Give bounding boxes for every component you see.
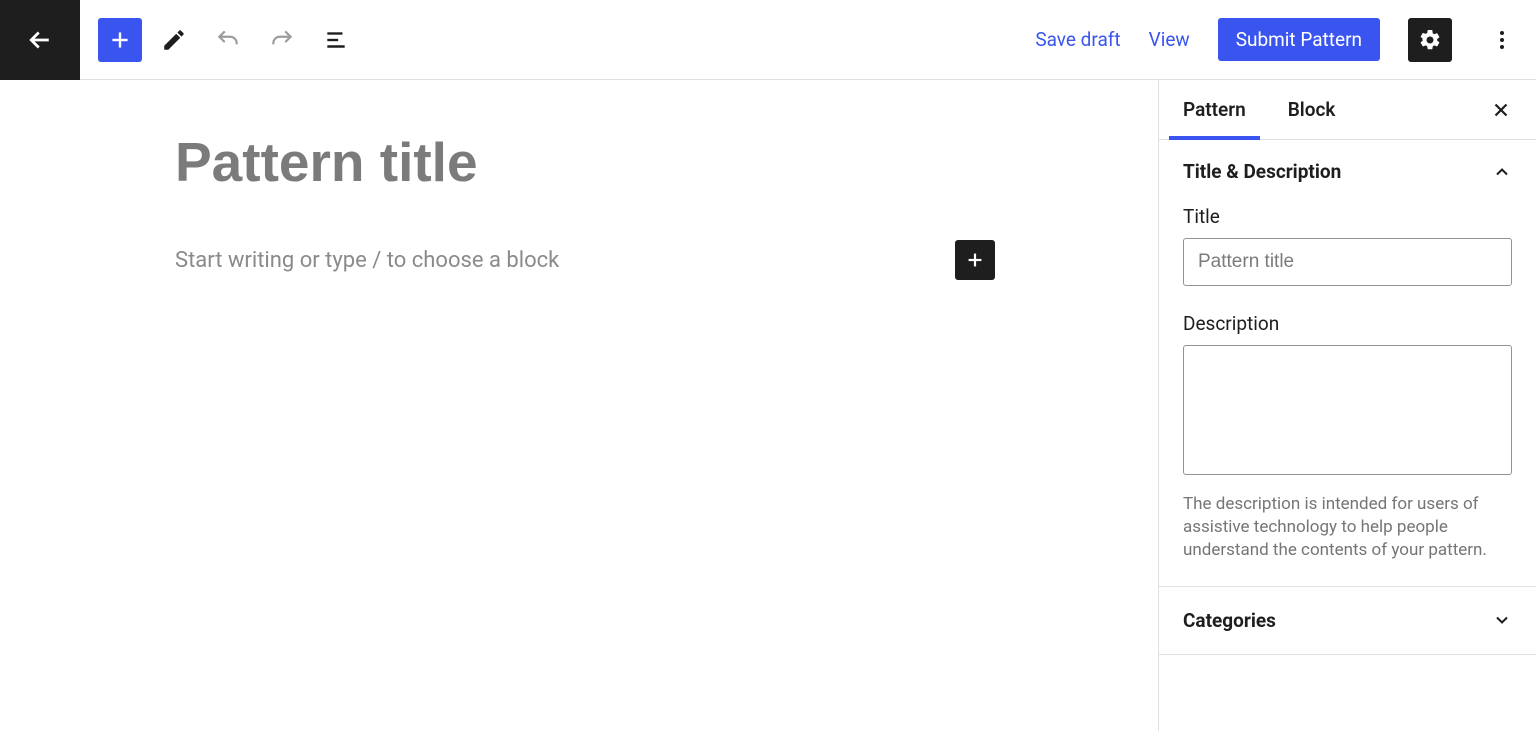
undo-button[interactable] [206, 18, 250, 62]
more-options-button[interactable] [1480, 18, 1524, 62]
submit-pattern-button[interactable]: Submit Pattern [1218, 18, 1380, 61]
sidebar-title-input[interactable] [1183, 238, 1512, 286]
inline-add-block-button[interactable] [955, 240, 995, 280]
plus-icon [964, 249, 986, 271]
sidebar-description-textarea[interactable] [1183, 345, 1512, 475]
editor-top-bar: Save draft View Submit Pattern [0, 0, 1536, 80]
toolbar-left [80, 18, 358, 62]
list-view-icon [323, 27, 349, 53]
pattern-title-input[interactable] [175, 130, 995, 194]
add-block-button[interactable] [98, 18, 142, 62]
panel-title-description-label: Title & Description [1183, 160, 1341, 183]
pencil-icon [161, 27, 187, 53]
edit-tool-button[interactable] [152, 18, 196, 62]
chevron-up-icon [1492, 162, 1512, 182]
panel-categories-header[interactable]: Categories [1183, 605, 1512, 636]
panel-title-description: Title & Description Title Description Th… [1159, 140, 1536, 587]
document-overview-button[interactable] [314, 18, 358, 62]
title-field-label: Title [1183, 205, 1512, 228]
redo-button[interactable] [260, 18, 304, 62]
save-draft-button[interactable]: Save draft [1035, 28, 1120, 51]
back-button[interactable] [0, 0, 80, 80]
settings-sidebar: Pattern Block Title & Description Title … [1158, 80, 1536, 731]
chevron-down-icon [1492, 610, 1512, 630]
redo-icon [269, 27, 295, 53]
dots-vertical-icon [1490, 28, 1514, 52]
tab-pattern[interactable]: Pattern [1183, 80, 1246, 139]
default-block-placeholder[interactable]: Start writing or type / to choose a bloc… [175, 248, 559, 273]
default-block-row: Start writing or type / to choose a bloc… [175, 240, 995, 280]
close-sidebar-button[interactable] [1486, 95, 1516, 125]
undo-icon [215, 27, 241, 53]
description-field-label: Description [1183, 312, 1512, 335]
panel-title-description-header[interactable]: Title & Description [1183, 156, 1512, 187]
settings-button[interactable] [1408, 18, 1452, 62]
panel-categories: Categories [1159, 587, 1536, 655]
description-help-text: The description is intended for users of… [1183, 493, 1512, 562]
tab-block[interactable]: Block [1288, 80, 1336, 139]
view-button[interactable]: View [1149, 28, 1190, 51]
close-icon [1490, 99, 1512, 121]
editor-canvas: Start writing or type / to choose a bloc… [0, 80, 1158, 731]
arrow-left-icon [25, 25, 55, 55]
panel-categories-label: Categories [1183, 609, 1276, 632]
gear-icon [1418, 28, 1442, 52]
plus-icon [107, 27, 133, 53]
workspace: Start writing or type / to choose a bloc… [0, 80, 1536, 731]
sidebar-tabs: Pattern Block [1159, 80, 1536, 140]
toolbar-right: Save draft View Submit Pattern [1035, 18, 1536, 62]
